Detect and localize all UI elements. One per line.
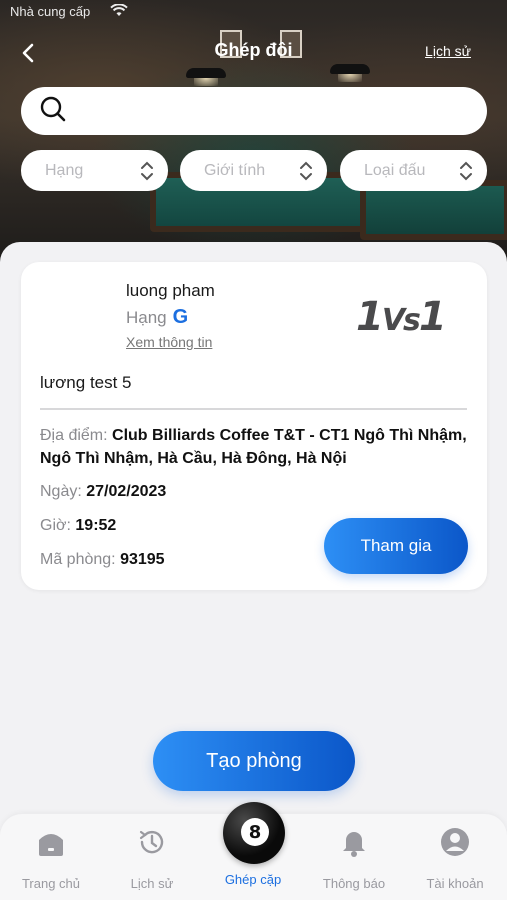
eight-ball-number: 8 <box>241 818 269 846</box>
history-link[interactable]: Lịch sử <box>425 43 471 59</box>
match-type-filter-dropdown[interactable]: Loại đấu <box>340 150 487 191</box>
tab-history[interactable]: Lịch sử <box>107 826 197 891</box>
tab-history-label: Lịch sử <box>130 876 174 891</box>
time-label: Giờ: <box>40 517 71 534</box>
match-name: lương test 5 <box>40 373 132 392</box>
match-type-left: 1 <box>356 294 384 340</box>
match-type-badge: 1Vs1 <box>356 294 447 340</box>
rank-badge: G <box>172 306 189 328</box>
bell-icon <box>343 832 365 857</box>
tab-matchmaking-label: Ghép cặp <box>224 872 282 887</box>
search-icon[interactable] <box>39 95 67 127</box>
home-icon <box>39 834 63 856</box>
join-button[interactable]: Tham gia <box>324 518 468 574</box>
room-row: Mã phòng: 93195 <box>40 548 165 571</box>
rank-row: Hạng G <box>126 306 188 329</box>
date-value: 27/02/2023 <box>86 483 167 500</box>
lamp-decoration <box>186 68 226 86</box>
search-bar[interactable] <box>21 87 487 135</box>
match-type-right: 1 <box>418 294 447 340</box>
location-row: Địa điểm: Club Billiards Coffee T&T - CT… <box>40 424 470 470</box>
match-type-filter-label: Loại đấu <box>364 161 426 179</box>
match-type-vs: Vs <box>381 303 421 338</box>
sort-arrows-icon <box>300 161 312 180</box>
location-label: Địa điểm: <box>40 427 108 444</box>
gender-filter-dropdown[interactable]: Giới tính <box>180 150 327 191</box>
room-value: 93195 <box>120 551 165 568</box>
date-label: Ngày: <box>40 483 82 500</box>
rank-label: Hạng <box>126 307 167 327</box>
create-room-button[interactable]: Tạo phòng <box>153 731 355 791</box>
rank-filter-dropdown[interactable]: Hạng <box>21 150 168 191</box>
tab-notifications[interactable]: Thông báo <box>309 826 399 891</box>
sort-arrows-icon <box>460 161 472 180</box>
tab-home-label: Trang chủ <box>21 876 81 891</box>
time-row: Giờ: 19:52 <box>40 514 116 537</box>
rank-filter-label: Hạng <box>45 161 84 179</box>
carrier-label: Nhà cung cấp <box>10 4 91 19</box>
history-icon <box>139 830 164 854</box>
tab-notifications-label: Thông báo <box>322 876 386 891</box>
username: luong pham <box>126 281 215 300</box>
account-icon <box>441 828 469 856</box>
divider <box>40 408 467 410</box>
eight-ball-icon[interactable]: 8 <box>223 802 285 864</box>
time-value: 19:52 <box>75 517 117 534</box>
tab-home[interactable]: Trang chủ <box>6 826 96 891</box>
lamp-decoration <box>330 64 370 82</box>
avatar <box>40 276 112 348</box>
sort-arrows-icon <box>141 161 153 180</box>
view-info-link[interactable]: Xem thông tin <box>126 334 212 350</box>
search-input[interactable] <box>77 91 487 131</box>
date-row: Ngày: 27/02/2023 <box>40 480 166 503</box>
tab-account[interactable]: Tài khoản <box>410 826 500 891</box>
wifi-icon <box>110 3 128 21</box>
room-label: Mã phòng: <box>40 551 116 568</box>
gender-filter-label: Giới tính <box>204 161 266 179</box>
tab-account-label: Tài khoản <box>426 876 484 891</box>
